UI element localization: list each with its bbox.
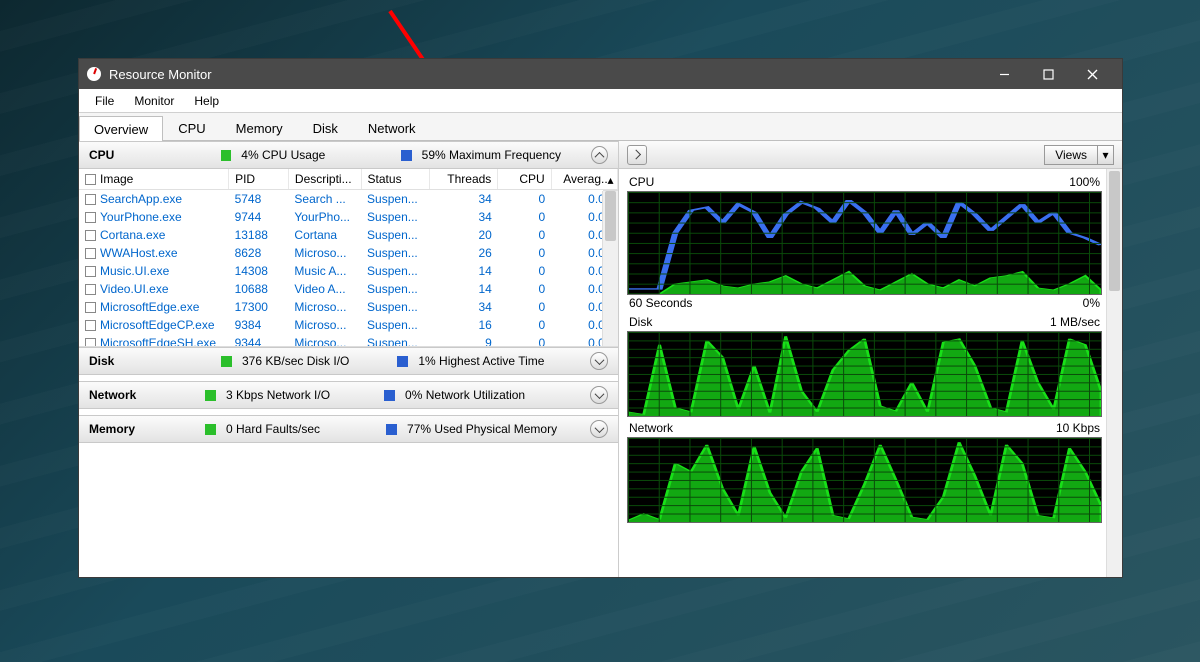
- col-cpu[interactable]: CPU: [498, 169, 551, 190]
- disk-chart: [627, 331, 1102, 417]
- app-icon: [87, 67, 101, 81]
- row-checkbox[interactable]: [85, 320, 96, 331]
- table-scrollbar[interactable]: ▴: [602, 191, 618, 346]
- disk-expand-button[interactable]: [590, 352, 608, 370]
- row-checkbox[interactable]: [85, 338, 96, 347]
- tabbar: Overview CPU Memory Disk Network: [79, 113, 1122, 141]
- table-row[interactable]: Cortana.exe13188CortanaSuspen...2000.00: [79, 226, 618, 244]
- net-util-icon: [384, 390, 395, 401]
- col-threads[interactable]: Threads: [429, 169, 497, 190]
- tab-overview[interactable]: Overview: [79, 116, 163, 141]
- mem-used-text: 77% Used Physical Memory: [407, 422, 581, 436]
- maximize-button[interactable]: [1026, 59, 1070, 89]
- row-checkbox[interactable]: [85, 266, 96, 277]
- views-button[interactable]: Views: [1044, 145, 1098, 165]
- disk-chart-block: Disk 1 MB/sec: [627, 313, 1102, 417]
- charts-scrollbar[interactable]: [1106, 169, 1122, 577]
- table-row[interactable]: WWAHost.exe8628Microso...Suspen...2600.0…: [79, 244, 618, 262]
- titlebar[interactable]: Resource Monitor: [79, 59, 1122, 89]
- left-pane: CPU 4% CPU Usage 59% Maximum Frequency I…: [79, 141, 619, 577]
- col-status[interactable]: Status: [361, 169, 429, 190]
- table-row[interactable]: Video.UI.exe10688Video A...Suspen...1400…: [79, 280, 618, 298]
- select-all-checkbox[interactable]: [85, 174, 96, 185]
- table-row[interactable]: SearchApp.exe5748Search ...Suspen...3400…: [79, 190, 618, 209]
- menubar: File Monitor Help: [79, 89, 1122, 113]
- net-chart-max: 10 Kbps: [1056, 421, 1100, 435]
- mem-used-icon: [386, 424, 397, 435]
- net-io-icon: [205, 390, 216, 401]
- network-section-title: Network: [89, 388, 159, 402]
- views-dropdown-button[interactable]: ▾: [1098, 145, 1114, 165]
- net-io-text: 3 Kbps Network I/O: [226, 388, 354, 402]
- cpu-section-title: CPU: [89, 148, 159, 162]
- cpu-section-header[interactable]: CPU 4% CPU Usage 59% Maximum Frequency: [79, 141, 618, 169]
- row-checkbox[interactable]: [85, 248, 96, 259]
- cpu-chart-title: CPU: [629, 175, 654, 189]
- cpu-freq-icon: [401, 150, 411, 161]
- network-expand-button[interactable]: [590, 386, 608, 404]
- process-table: Image PID Descripti... Status Threads CP…: [79, 169, 618, 347]
- scroll-up-icon[interactable]: ▴: [603, 169, 618, 191]
- network-chart: [627, 437, 1102, 523]
- cpu-chart-max: 100%: [1069, 175, 1100, 189]
- cpu-freq-text: 59% Maximum Frequency: [422, 148, 585, 162]
- tab-cpu[interactable]: CPU: [163, 115, 220, 140]
- col-desc[interactable]: Descripti...: [288, 169, 361, 190]
- cpu-chart-block: CPU 100% 60 Seconds 0%: [627, 173, 1102, 311]
- window-title: Resource Monitor: [109, 67, 212, 82]
- memory-expand-button[interactable]: [590, 420, 608, 438]
- menu-file[interactable]: File: [85, 92, 124, 110]
- table-row[interactable]: MicrosoftEdge.exe17300Microso...Suspen..…: [79, 298, 618, 316]
- row-checkbox[interactable]: [85, 230, 96, 241]
- table-row[interactable]: YourPhone.exe9744YourPho...Suspen...3400…: [79, 208, 618, 226]
- disk-chart-title: Disk: [629, 315, 652, 329]
- tab-network[interactable]: Network: [353, 115, 431, 140]
- mem-faults-text: 0 Hard Faults/sec: [226, 422, 344, 436]
- table-header-row: Image PID Descripti... Status Threads CP…: [79, 169, 618, 190]
- table-row[interactable]: MicrosoftEdgeCP.exe9384Microso...Suspen.…: [79, 316, 618, 334]
- mem-faults-icon: [205, 424, 216, 435]
- net-util-text: 0% Network Utilization: [405, 388, 549, 402]
- minimize-button[interactable]: [982, 59, 1026, 89]
- memory-section-header[interactable]: Memory 0 Hard Faults/sec 77% Used Physic…: [79, 415, 618, 443]
- charts-scroll-thumb[interactable]: [1109, 171, 1120, 291]
- cpu-chart: [627, 191, 1102, 295]
- cpu-chart-min: 0%: [1083, 296, 1100, 310]
- row-checkbox[interactable]: [85, 302, 96, 313]
- col-pid[interactable]: PID: [229, 169, 289, 190]
- memory-section-title: Memory: [89, 422, 159, 436]
- tab-memory[interactable]: Memory: [221, 115, 298, 140]
- close-button[interactable]: [1070, 59, 1114, 89]
- tab-disk[interactable]: Disk: [298, 115, 353, 140]
- menu-help[interactable]: Help: [184, 92, 229, 110]
- disk-active-text: 1% Highest Active Time: [418, 354, 568, 368]
- cpu-collapse-button[interactable]: [591, 146, 608, 164]
- cpu-usage-icon: [221, 150, 231, 161]
- disk-io-text: 376 KB/sec Disk I/O: [242, 354, 373, 368]
- table-row[interactable]: MicrosoftEdgeSH.exe9344Microso...Suspen.…: [79, 334, 618, 347]
- process-table-wrap: Image PID Descripti... Status Threads CP…: [79, 169, 618, 347]
- charts-area: CPU100% 60 Seconds0% Disk1 MB/sec Ne: [619, 169, 1122, 577]
- row-checkbox[interactable]: [85, 212, 96, 223]
- network-chart-block: Network 10 Kbps: [627, 419, 1102, 523]
- net-chart-title: Network: [629, 421, 673, 435]
- col-image[interactable]: Image: [79, 169, 229, 190]
- disk-section-title: Disk: [89, 354, 159, 368]
- network-section-header[interactable]: Network 3 Kbps Network I/O 0% Network Ut…: [79, 381, 618, 409]
- disk-chart-max: 1 MB/sec: [1050, 315, 1100, 329]
- row-checkbox[interactable]: [85, 194, 96, 205]
- right-toolbar: Views ▾: [619, 141, 1122, 169]
- collapse-charts-button[interactable]: [627, 145, 647, 165]
- menu-monitor[interactable]: Monitor: [124, 92, 184, 110]
- cpu-chart-xaxis: 60 Seconds: [629, 296, 692, 310]
- scroll-thumb[interactable]: [605, 191, 616, 241]
- row-checkbox[interactable]: [85, 284, 96, 295]
- resource-monitor-window: Resource Monitor File Monitor Help Overv…: [78, 58, 1123, 578]
- disk-io-icon: [221, 356, 232, 367]
- disk-section-header[interactable]: Disk 376 KB/sec Disk I/O 1% Highest Acti…: [79, 347, 618, 375]
- disk-active-icon: [397, 356, 408, 367]
- right-pane: Views ▾ CPU 100% 60 Seconds 0% Disk 1 MB/se…: [619, 141, 1122, 577]
- table-row[interactable]: Music.UI.exe14308Music A...Suspen...1400…: [79, 262, 618, 280]
- cpu-usage-text: 4% CPU Usage: [241, 148, 349, 162]
